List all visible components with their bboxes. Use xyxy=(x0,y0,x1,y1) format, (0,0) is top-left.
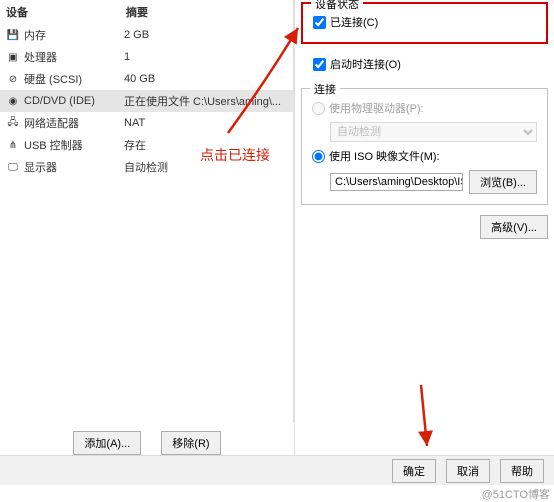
remove-button[interactable]: 移除(R) xyxy=(161,431,220,455)
device-label: 显示器 xyxy=(24,159,124,175)
settings-panel: 设备状态 已连接(C) 启动时连接(O) 连接 使用物理驱动器(P): 自动检测 xyxy=(295,0,554,465)
dialog-footer: 确定 取消 帮助 xyxy=(0,455,554,485)
connected-checkbox[interactable] xyxy=(313,16,326,29)
device-row-network[interactable]: 🖧 网络适配器 NAT xyxy=(0,112,293,134)
device-label: USB 控制器 xyxy=(24,137,124,153)
device-summary: 1 xyxy=(124,51,287,63)
col-header-summary: 摘要 xyxy=(126,4,287,20)
device-summary: 存在 xyxy=(124,137,287,153)
device-summary: 40 GB xyxy=(124,73,287,85)
physical-drive-combo[interactable]: 自动检测 xyxy=(330,122,537,142)
connect-on-power-row[interactable]: 启动时连接(O) xyxy=(301,54,548,74)
connect-on-power-label: 启动时连接(O) xyxy=(330,56,401,72)
device-list: 设备 摘要 💾 内存 2 GB ▣ 处理器 1 ⊘ 硬盘 (SCSI) 40 G… xyxy=(0,0,294,423)
browse-button[interactable]: 浏览(B)... xyxy=(469,170,537,194)
memory-icon: 💾 xyxy=(6,28,20,42)
col-header-device: 设备 xyxy=(6,4,126,20)
status-title: 设备状态 xyxy=(311,0,363,12)
connection-title: 连接 xyxy=(310,81,340,97)
iso-file-radio[interactable] xyxy=(312,150,325,163)
add-button[interactable]: 添加(A)... xyxy=(73,431,141,455)
device-label: 网络适配器 xyxy=(24,115,124,131)
connect-on-power-checkbox[interactable] xyxy=(313,58,326,71)
connected-checkbox-row[interactable]: 已连接(C) xyxy=(313,12,536,32)
disk-icon: ⊘ xyxy=(6,72,20,86)
device-summary: 2 GB xyxy=(124,29,287,41)
device-row-processor[interactable]: ▣ 处理器 1 xyxy=(0,46,293,68)
iso-file-row[interactable]: 使用 ISO 映像文件(M): xyxy=(312,145,537,167)
watermark: @51CTO博客 xyxy=(482,486,550,502)
connection-group: 连接 使用物理驱动器(P): 自动检测 使用 ISO 映像文件(M): C:\U… xyxy=(301,88,548,205)
cd-icon: ◉ xyxy=(6,94,20,108)
iso-path-field[interactable]: C:\Users\aming\Desktop\ISO xyxy=(330,173,463,191)
advanced-button[interactable]: 高级(V)... xyxy=(480,215,548,239)
device-row-cddvd[interactable]: ◉ CD/DVD (IDE) 正在使用文件 C:\Users\aming\... xyxy=(0,90,293,112)
usb-icon: ⋔ xyxy=(6,138,20,152)
device-list-header: 设备 摘要 xyxy=(0,0,293,24)
device-status-group: 设备状态 已连接(C) xyxy=(301,2,548,44)
ok-button[interactable]: 确定 xyxy=(392,459,436,483)
device-label: CD/DVD (IDE) xyxy=(24,95,124,107)
cancel-button[interactable]: 取消 xyxy=(446,459,490,483)
device-summary: 自动检测 xyxy=(124,159,287,175)
device-row-usb[interactable]: ⋔ USB 控制器 存在 xyxy=(0,134,293,156)
iso-file-label: 使用 ISO 映像文件(M): xyxy=(329,148,440,164)
device-label: 处理器 xyxy=(24,49,124,65)
device-row-memory[interactable]: 💾 内存 2 GB xyxy=(0,24,293,46)
device-label: 内存 xyxy=(24,27,124,43)
connected-label: 已连接(C) xyxy=(330,14,378,30)
device-summary: NAT xyxy=(124,117,287,129)
help-button[interactable]: 帮助 xyxy=(500,459,544,483)
display-icon: 🖵 xyxy=(6,160,20,174)
physical-drive-row[interactable]: 使用物理驱动器(P): xyxy=(312,97,537,119)
device-row-harddisk[interactable]: ⊘ 硬盘 (SCSI) 40 GB xyxy=(0,68,293,90)
cpu-icon: ▣ xyxy=(6,50,20,64)
physical-drive-label: 使用物理驱动器(P): xyxy=(329,100,424,116)
device-label: 硬盘 (SCSI) xyxy=(24,71,124,87)
device-summary: 正在使用文件 C:\Users\aming\... xyxy=(124,93,287,109)
device-panel: 设备 摘要 💾 内存 2 GB ▣ 处理器 1 ⊘ 硬盘 (SCSI) 40 G… xyxy=(0,0,295,465)
device-row-display[interactable]: 🖵 显示器 自动检测 xyxy=(0,156,293,178)
network-icon: 🖧 xyxy=(6,116,20,130)
physical-drive-radio[interactable] xyxy=(312,102,325,115)
